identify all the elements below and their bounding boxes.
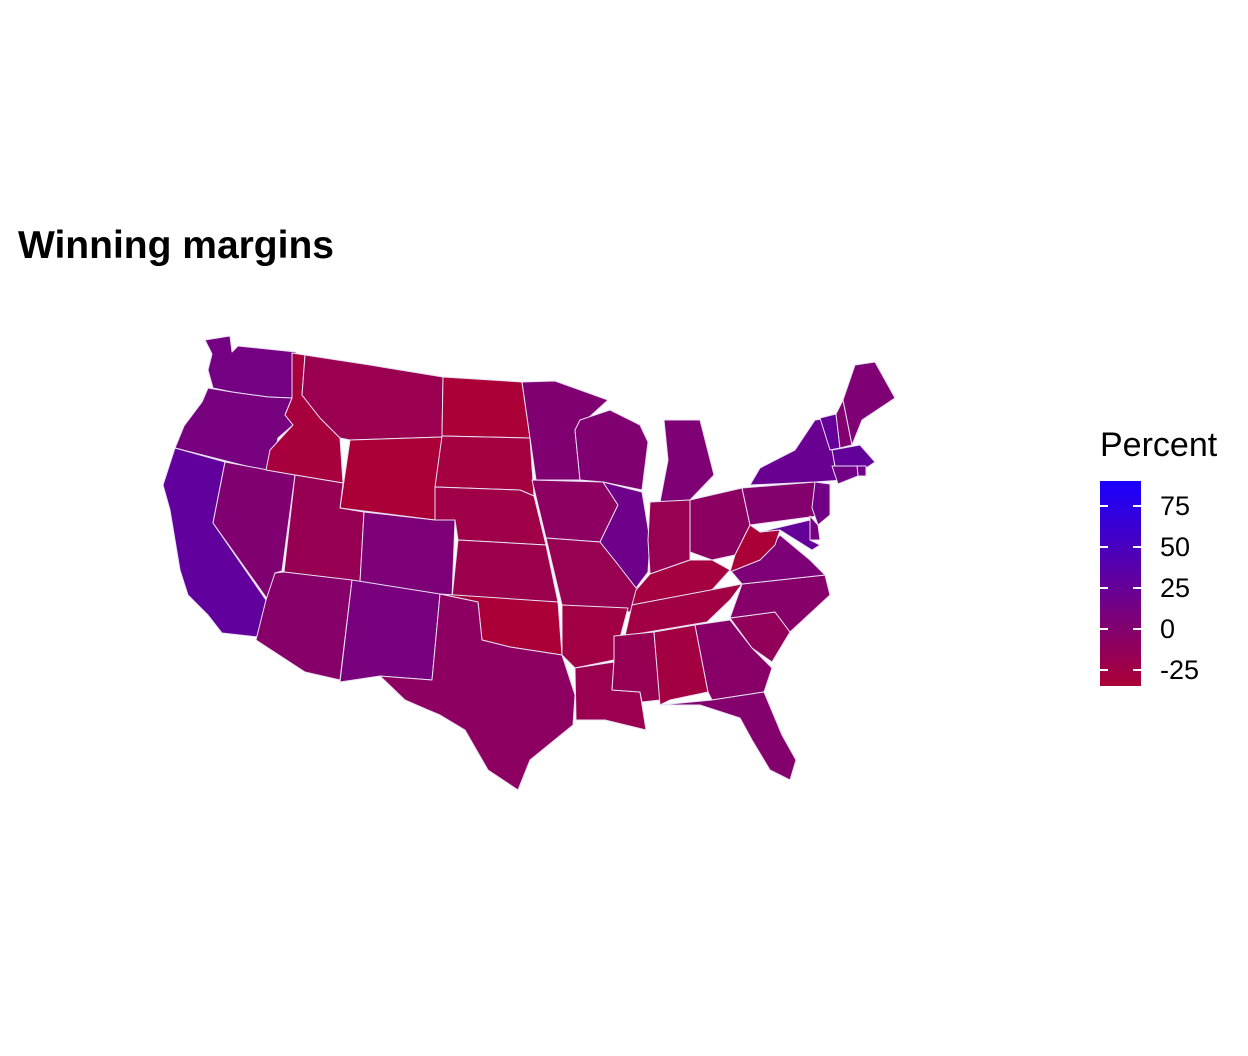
legend-tick-label: 25	[1160, 572, 1191, 603]
us-choropleth-map	[162, 335, 896, 791]
legend-tick-label: 75	[1160, 490, 1191, 521]
state-ME	[842, 361, 896, 446]
state-SD	[434, 435, 535, 497]
legend-color-bar	[1100, 481, 1141, 686]
state-MA	[831, 444, 876, 469]
legend-tick-label: 50	[1160, 531, 1191, 562]
state-KS	[451, 539, 559, 603]
state-FL	[659, 691, 797, 781]
state-WI	[574, 409, 649, 491]
state-MI	[659, 419, 715, 503]
legend-title: Percent	[1100, 426, 1218, 464]
state-AZ	[255, 571, 353, 681]
state-WA	[204, 335, 297, 399]
state-WY	[339, 436, 443, 521]
state-NM	[339, 579, 441, 683]
state-ND	[441, 376, 531, 439]
state-NJ	[811, 481, 831, 526]
state-CT	[831, 465, 859, 485]
legend-tick-label: -25	[1160, 654, 1200, 685]
legend-tick-label: 0	[1160, 613, 1176, 644]
